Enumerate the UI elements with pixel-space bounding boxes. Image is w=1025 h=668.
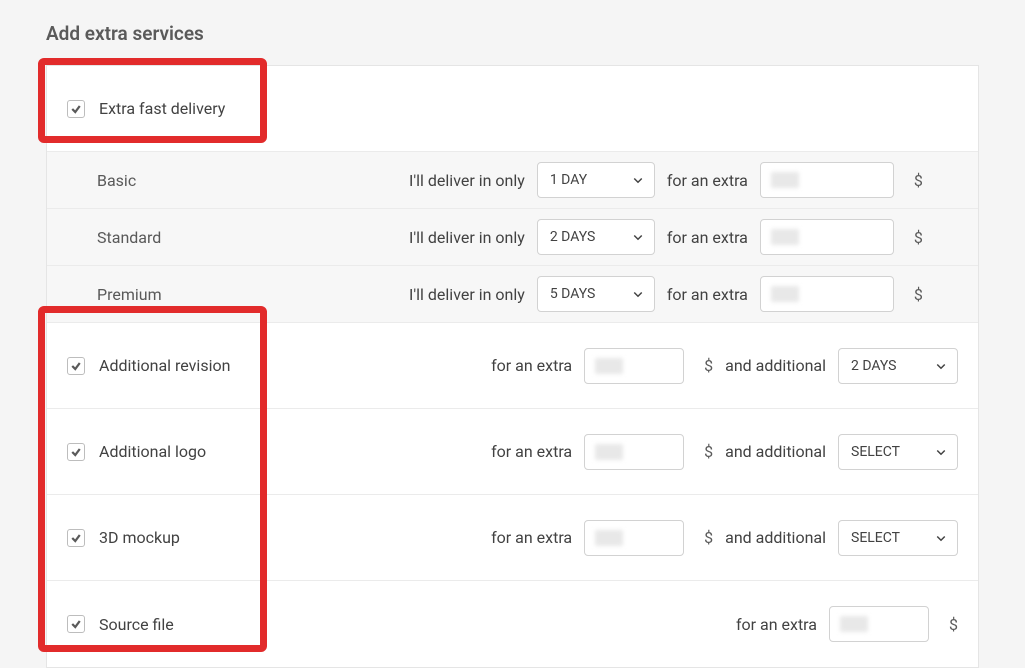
fast-delivery-checkbox[interactable] <box>67 100 85 118</box>
extra-checkbox[interactable] <box>67 443 85 461</box>
for-extra-text: for an extra <box>491 356 572 375</box>
for-extra-text: for an extra <box>667 285 748 304</box>
tier-name: Premium <box>97 285 397 304</box>
tier-name: Basic <box>97 171 397 190</box>
select-value: SELECT <box>851 530 900 546</box>
currency-symbol: $ <box>704 442 713 461</box>
and-additional-text: and additional <box>725 356 826 375</box>
extra-label: Additional logo <box>99 442 206 461</box>
tier-price-input[interactable] <box>760 276 894 312</box>
extra-checkbox[interactable] <box>67 529 85 547</box>
chevron-down-icon <box>632 174 644 186</box>
tier-duration-select[interactable]: 5 DAYS <box>537 276 655 312</box>
extra-row-3d-mockup: 3D mockup for an extra $ and additional … <box>47 495 978 581</box>
select-value: 2 DAYS <box>550 229 596 245</box>
extra-additional-select[interactable]: SELECT <box>838 520 958 556</box>
tier-price-input[interactable] <box>760 219 894 255</box>
currency-symbol: $ <box>914 285 923 304</box>
deliver-text: I'll deliver in only <box>409 171 525 190</box>
select-value: SELECT <box>851 444 900 460</box>
extra-row-source-file: Source file for an extra $ <box>47 581 978 667</box>
extra-additional-select[interactable]: 2 DAYS <box>838 348 958 384</box>
extra-row-additional-logo: Additional logo for an extra $ and addit… <box>47 409 978 495</box>
fast-delivery-label: Extra fast delivery <box>99 99 225 118</box>
tier-row-premium: Premium I'll deliver in only 5 DAYS for … <box>47 266 978 323</box>
select-value: 2 DAYS <box>851 358 897 374</box>
currency-symbol: $ <box>704 356 713 375</box>
currency-symbol: $ <box>914 228 923 247</box>
extra-label: 3D mockup <box>99 528 180 547</box>
extra-price-input[interactable] <box>584 434 684 470</box>
select-value: 5 DAYS <box>550 286 596 302</box>
and-additional-text: and additional <box>725 528 826 547</box>
for-extra-text: for an extra <box>736 615 817 634</box>
check-icon <box>70 360 82 372</box>
extra-price-input[interactable] <box>584 520 684 556</box>
deliver-text: I'll deliver in only <box>409 228 525 247</box>
chevron-down-icon <box>935 446 947 458</box>
chevron-down-icon <box>935 532 947 544</box>
and-additional-text: and additional <box>725 442 826 461</box>
for-extra-text: for an extra <box>667 171 748 190</box>
for-extra-text: for an extra <box>667 228 748 247</box>
page-title: Add extra services <box>0 0 1025 45</box>
extra-checkbox[interactable] <box>67 357 85 375</box>
chevron-down-icon <box>632 231 644 243</box>
extra-label: Additional revision <box>99 356 230 375</box>
currency-symbol: $ <box>949 615 958 634</box>
extra-checkbox[interactable] <box>67 615 85 633</box>
check-icon <box>70 532 82 544</box>
currency-symbol: $ <box>704 528 713 547</box>
for-extra-text: for an extra <box>491 442 572 461</box>
check-icon <box>70 103 82 115</box>
tier-duration-select[interactable]: 1 DAY <box>537 162 655 198</box>
extra-label: Source file <box>99 615 174 634</box>
extra-services-card: Extra fast delivery Basic I'll deliver i… <box>46 65 979 668</box>
chevron-down-icon <box>935 360 947 372</box>
tier-price-input[interactable] <box>760 162 894 198</box>
extra-price-input[interactable] <box>829 606 929 642</box>
tier-row-basic: Basic I'll deliver in only 1 DAY for an … <box>47 152 978 209</box>
deliver-text: I'll deliver in only <box>409 285 525 304</box>
tier-duration-select[interactable]: 2 DAYS <box>537 219 655 255</box>
extra-row-additional-revision: Additional revision for an extra $ and a… <box>47 323 978 409</box>
chevron-down-icon <box>632 288 644 300</box>
fast-delivery-row: Extra fast delivery <box>47 66 978 152</box>
tier-name: Standard <box>97 228 397 247</box>
check-icon <box>70 618 82 630</box>
check-icon <box>70 446 82 458</box>
extra-price-input[interactable] <box>584 348 684 384</box>
for-extra-text: for an extra <box>491 528 572 547</box>
tier-row-standard: Standard I'll deliver in only 2 DAYS for… <box>47 209 978 266</box>
currency-symbol: $ <box>914 171 923 190</box>
select-value: 1 DAY <box>550 172 587 188</box>
extra-additional-select[interactable]: SELECT <box>838 434 958 470</box>
